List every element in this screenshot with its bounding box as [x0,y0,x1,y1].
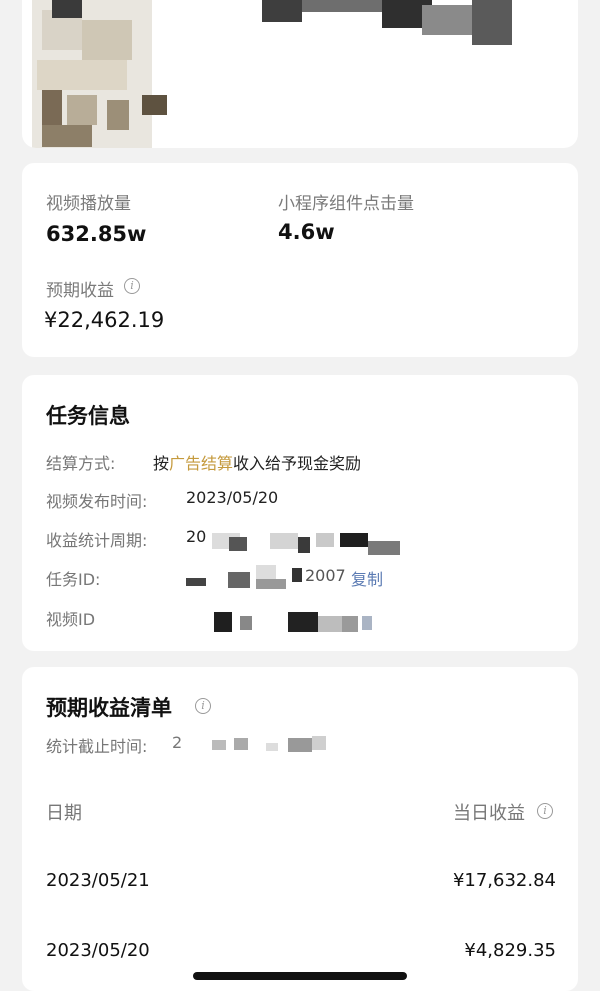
copy-task-id-button[interactable]: 复制 [351,566,383,590]
settlement-label: 结算方式: [46,454,116,473]
info-icon[interactable]: i [537,803,553,819]
settlement-suffix: 收入给予现金奖励 [233,454,362,473]
task-info-card: 任务信息 结算方式: 按广告结算收入给予现金奖励 视频发布时间: 2023/05… [22,375,578,651]
expected-income-label: 预期收益 [46,281,114,301]
settlement-value: 按广告结算收入给予现金奖励 [153,450,361,474]
cutoff-label: 统计截止时间: [46,737,148,756]
income-period-label: 收益统计周期: [46,531,148,550]
date-column-header: 日期 [46,803,82,824]
income-list-card: 预期收益清单 i 统计截止时间: 2 日期 当日收益 i 2023/05/21 … [22,667,578,991]
cutoff-value: 2 [172,733,183,752]
daily-income-column-header: 当日收益 [453,803,525,824]
video-thumbnail-card [22,0,578,148]
income-row-amount: ¥4,829.35 [464,940,556,961]
task-id-label: 任务ID: [46,570,101,589]
expected-income-value: ¥22,462.19 [44,308,165,332]
stats-card: 视频播放量 632.85w 小程序组件点击量 4.6w 预期收益 i ¥22,4… [22,163,578,357]
settlement-prefix: 按 [153,454,170,473]
income-row-date: 2023/05/21 [46,870,150,891]
task-info-title: 任务信息 [46,404,130,428]
income-row-date: 2023/05/20 [46,940,150,961]
miniprogram-clicks-value: 4.6w [278,220,335,244]
video-plays-value: 632.85w [46,222,147,246]
income-row-amount: ¥17,632.84 [452,870,556,891]
info-icon[interactable]: i [195,698,211,714]
publish-time-label: 视频发布时间: [46,492,148,511]
task-id-value: 2007 [305,566,346,585]
settlement-highlight: 广告结算 [169,454,234,473]
info-icon[interactable]: i [124,278,140,294]
income-period-value: 20 [186,527,207,546]
miniprogram-clicks-label: 小程序组件点击量 [278,194,414,214]
income-list-title: 预期收益清单 [46,696,172,720]
video-id-label: 视频ID [46,610,96,629]
home-indicator[interactable] [193,972,407,980]
video-plays-label: 视频播放量 [46,194,131,214]
publish-time-value: 2023/05/20 [186,488,279,507]
